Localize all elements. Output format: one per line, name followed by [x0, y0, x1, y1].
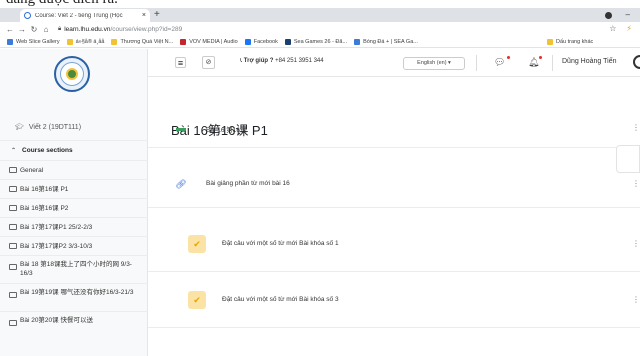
drawer-toggle-button[interactable]: ≡	[175, 57, 186, 68]
url-host: learn.lhu.edu.vn	[64, 25, 111, 33]
more-options-icon[interactable]: ⋮	[632, 295, 640, 304]
bookmark-star-icon[interactable]: ☆	[609, 23, 616, 35]
reload-icon[interactable]: ↻	[28, 25, 40, 34]
notifications-icon[interactable]: 🔔︎	[528, 57, 539, 68]
bookmark-favicon-icon	[244, 38, 251, 45]
sidebar-section-item[interactable]: Bài 17第17课P2 3/3-10/3	[0, 236, 148, 255]
activity-item[interactable]: ✔ Đặt câu với một số từ mới Bài khóa số 3…	[148, 272, 640, 328]
home-icon[interactable]: ⌂	[40, 25, 52, 34]
folder-icon	[9, 186, 17, 192]
close-tab-icon[interactable]: ×	[142, 12, 146, 19]
document-caption: đang được diễn ra.	[0, 0, 640, 8]
sidebar-section-item[interactable]: Bài 16第16课 P1	[0, 179, 148, 198]
activity-item[interactable]: ✔ Đặt câu với một số từ mới Bài khóa số 1…	[148, 216, 640, 272]
more-options-icon[interactable]: ⋮	[632, 179, 640, 188]
course-home-link[interactable]: 🎓︎ Viết 2 (19DT111)	[15, 123, 82, 132]
folder-icon	[9, 292, 17, 298]
bookmark-favicon-icon	[66, 38, 73, 45]
link-icon: 🔗︎	[175, 178, 187, 189]
graduation-cap-icon: 🎓︎	[15, 124, 24, 131]
help-phone: +84 251 3951 344	[275, 58, 324, 64]
bookmark-item[interactable]: VOV MEDIA | Audio	[180, 38, 238, 45]
browser-tab[interactable]: Course: Viết 2 - tiếng Trung (Học ×	[20, 9, 150, 22]
course-link-label: Viết 2 (19DT111)	[28, 123, 82, 131]
avatar[interactable]	[633, 55, 640, 69]
help-label: Trợ giúp ?	[243, 58, 274, 64]
checkmark-icon: ✔	[188, 291, 206, 309]
bookmark-favicon-icon	[7, 38, 13, 45]
sidebar-section-item[interactable]: General	[0, 160, 148, 179]
activity-title[interactable]: Bài 16 第16课	[206, 124, 246, 134]
back-icon[interactable]: ←	[4, 25, 16, 34]
messages-icon[interactable]: 💬︎	[494, 57, 505, 68]
folder-icon	[9, 167, 17, 173]
tab-strip: Course: Viết 2 - tiếng Trung (Học × + –	[0, 8, 640, 22]
activity-title[interactable]: Đặt câu với một số từ mới Bài khóa số 3	[222, 296, 339, 303]
sidebar-section-item[interactable]: Bài 17第17课P1 25/2-2/3	[0, 217, 148, 236]
new-tab-button[interactable]: +	[154, 8, 160, 22]
sidebar-section-item[interactable]: Bài 19第19课 哪气还没有你好16/3-21/3	[0, 283, 148, 311]
folder-icon	[9, 320, 17, 326]
message-badge	[507, 56, 510, 59]
language-selector[interactable]: English (en) ▾	[403, 57, 465, 70]
browser-toolbar: ← → ↻ ⌂ 🔒︎ learn.lhu.edu.vn/course/view.…	[0, 22, 640, 36]
forum-icon: ▬	[176, 122, 186, 134]
activity-title[interactable]: Bài giảng phần từ mới bài 16	[206, 180, 290, 187]
bookmarks-bar: Web Slice Gallery á»§å® ä¸­åå Thương Quá V…	[0, 36, 640, 48]
caption-text: đang được diễn ra.	[6, 0, 118, 8]
folder-icon	[547, 39, 553, 45]
bookmark-item[interactable]: Bóng Đá + | SEA Ga...	[354, 38, 418, 45]
course-sections-list: ⌃ Course sections General Bài 16第16课 P1 Bà…	[0, 140, 148, 339]
bookmark-item[interactable]: Web Slice Gallery	[7, 38, 60, 45]
moodle-navbar: ≡ ⊘ 📞︎ Trợ giúp ? +84 251 3951 344 Engli…	[148, 49, 640, 77]
moodle-page: 🎓︎ Viết 2 (19DT111) ⌃ Course sections Ge…	[0, 49, 640, 356]
profile-icon[interactable]	[604, 12, 612, 19]
divider	[552, 55, 553, 71]
checkmark-icon: ✔	[188, 235, 206, 253]
help-contact[interactable]: 📞︎ Trợ giúp ? +84 251 3951 344	[240, 58, 324, 65]
tab-title: Course: Viết 2 - tiếng Trung (Học	[35, 12, 123, 19]
course-index-drawer: 🎓︎ Viết 2 (19DT111) ⌃ Course sections Ge…	[0, 49, 148, 356]
more-options-icon[interactable]: ⋮	[632, 123, 640, 132]
university-logo[interactable]	[54, 56, 90, 92]
activity-title[interactable]: Đặt câu với một số từ mới Bài khóa số 1	[222, 240, 339, 247]
accessibility-icon[interactable]: ⊘	[202, 56, 215, 69]
bookmark-item[interactable]: Facebook	[244, 38, 278, 45]
block-drawer-toggle[interactable]	[616, 145, 640, 173]
activity-item[interactable]: 🔗︎ Bài giảng phần từ mới bài 16 ⋮	[148, 160, 640, 208]
bookmark-favicon-icon	[111, 38, 118, 45]
url-path: /course/view.php?id=289	[110, 25, 183, 33]
bookmark-favicon-icon	[354, 38, 361, 45]
bookmark-favicon-icon	[180, 38, 187, 45]
bookmark-item[interactable]: Thương Quá Việt N...	[111, 38, 173, 45]
sidebar-section-item[interactable]: Bài 16第16课 P2	[0, 198, 148, 217]
bookmark-item[interactable]: Sea Games 26 - Đã...	[284, 38, 347, 45]
activity-item[interactable]: ▬ Bài 16 第16课 ⋮	[148, 108, 640, 148]
sidebar-section-item[interactable]: Bài 18 第18课我上了四个小时的网 9/3-16/3	[0, 255, 148, 283]
folder-icon	[9, 205, 17, 211]
phone-icon: 📞︎	[240, 58, 243, 64]
more-options-icon[interactable]: ⋮	[632, 239, 640, 248]
notification-badge	[539, 56, 542, 59]
course-content: Bài 16第16课 P1 ▬ Bài 16 第16课 ⋮ 🔗︎ Bài giảng p…	[148, 77, 640, 356]
other-bookmarks[interactable]: Dấu trang khác	[543, 36, 593, 47]
collapse-caret-icon: ⌃	[11, 148, 17, 154]
folder-icon	[9, 224, 17, 230]
folder-icon	[9, 243, 17, 249]
lock-icon: 🔒︎	[58, 25, 62, 32]
window-controls: –	[604, 8, 630, 22]
forward-icon[interactable]: →	[16, 25, 28, 34]
user-menu-name[interactable]: Dũng Hoàng Tiến	[562, 58, 616, 65]
browser-chrome: Course: Viết 2 - tiếng Trung (Học × + – …	[0, 8, 640, 48]
bookmark-item[interactable]: á»§å® ä¸­åå	[66, 38, 104, 45]
sidebar-section-item[interactable]: Bài 20第20课 快餐可以送	[0, 311, 148, 339]
site-favicon-icon	[24, 12, 31, 19]
minimize-icon[interactable]: –	[626, 8, 630, 22]
folder-icon	[9, 264, 17, 270]
course-sections-header[interactable]: ⌃ Course sections	[0, 140, 148, 160]
address-bar[interactable]: 🔒︎ learn.lhu.edu.vn/course/view.php?id=2…	[58, 23, 632, 35]
extension-icon[interactable]: ⚡	[626, 23, 632, 35]
bookmark-favicon-icon	[284, 38, 291, 45]
divider	[476, 55, 477, 71]
